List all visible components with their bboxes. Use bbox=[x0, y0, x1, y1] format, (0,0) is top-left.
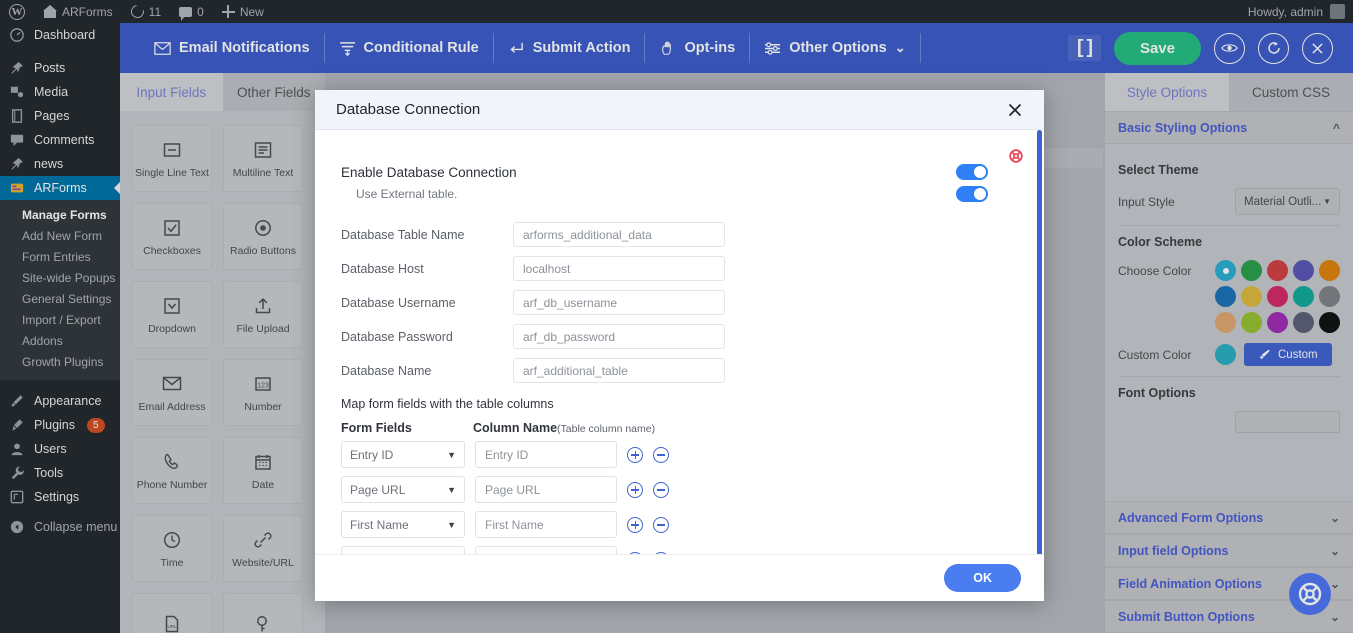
column-name-header-note: (Table column name) bbox=[557, 423, 656, 435]
db-field-label: Database Password bbox=[341, 329, 453, 344]
plus-circle-icon[interactable] bbox=[627, 551, 643, 554]
form-field-select-value: Page URL bbox=[350, 482, 406, 497]
lifebuoy-icon[interactable] bbox=[1009, 149, 1024, 164]
form-field-select[interactable]: Page URL ▼ bbox=[341, 476, 465, 503]
chevron-down-icon: ▼ bbox=[447, 484, 456, 495]
form-field-select[interactable]: Entry ID ▼ bbox=[341, 441, 465, 468]
db-field-input[interactable] bbox=[513, 358, 725, 383]
db-field-row: Database Name bbox=[341, 358, 1018, 383]
db-field-input[interactable] bbox=[513, 324, 725, 349]
enable-db-connection-label: Enable Database Connection bbox=[341, 164, 517, 180]
form-fields-header: Form Fields bbox=[341, 421, 412, 435]
dialog-body: Enable Database Connection Use External … bbox=[315, 130, 1044, 554]
form-field-select-value: First Name bbox=[350, 517, 409, 532]
database-connection-dialog: Database Connection Enable Database Conn… bbox=[315, 90, 1044, 601]
column-name-header: Column Name(Table column name) bbox=[473, 421, 655, 435]
column-name-input[interactable] bbox=[475, 476, 617, 503]
chevron-down-icon: ▼ bbox=[447, 449, 456, 460]
form-field-select[interactable]: Last Name▼ bbox=[341, 546, 465, 554]
minus-circle-icon[interactable] bbox=[653, 516, 669, 533]
enable-db-connection-row: Enable Database Connection bbox=[341, 164, 1018, 180]
plus-circle-icon[interactable] bbox=[627, 481, 643, 498]
minus-circle-icon[interactable] bbox=[653, 446, 669, 463]
map-fields-title: Map form fields with the table columns bbox=[341, 397, 554, 411]
database-fields: Database Table Name Database Host Database… bbox=[341, 222, 1018, 383]
db-field-input[interactable] bbox=[513, 256, 725, 281]
use-external-table-toggle[interactable] bbox=[956, 186, 988, 202]
form-field-select[interactable]: First Name ▼ bbox=[341, 511, 465, 538]
use-external-table-label: Use External table. bbox=[356, 187, 458, 201]
column-name-input[interactable] bbox=[475, 441, 617, 468]
db-field-row: Database Username bbox=[341, 290, 1018, 315]
plus-circle-icon[interactable] bbox=[627, 516, 643, 533]
db-field-label: Database Host bbox=[341, 261, 424, 276]
column-name-header-text: Column Name bbox=[473, 421, 558, 435]
db-field-row: Database Host bbox=[341, 256, 1018, 281]
ok-button[interactable]: OK bbox=[944, 564, 1021, 592]
dialog-footer: OK bbox=[315, 554, 1044, 601]
column-name-input[interactable] bbox=[475, 511, 617, 538]
minus-circle-icon[interactable] bbox=[653, 481, 669, 498]
field-mapping-row: Page URL ▼ bbox=[341, 476, 1018, 503]
db-field-input[interactable] bbox=[513, 290, 725, 315]
field-mapping-row: First Name ▼ bbox=[341, 511, 1018, 538]
db-field-label: Database Username bbox=[341, 295, 456, 310]
chevron-down-icon: ▼ bbox=[447, 519, 456, 530]
map-column-headers: Form Fields Column Name(Table column nam… bbox=[341, 421, 1018, 435]
db-field-row: Database Password bbox=[341, 324, 1018, 349]
field-mapping-rows: Entry ID ▼ Page URL ▼ First Name ▼ Last Name▼ bbox=[341, 441, 1018, 554]
field-mapping-row: Entry ID ▼ bbox=[341, 441, 1018, 468]
db-field-label: Database Name bbox=[341, 363, 432, 378]
plus-circle-icon[interactable] bbox=[627, 446, 643, 463]
db-field-label: Database Table Name bbox=[341, 227, 465, 242]
column-name-input[interactable] bbox=[475, 546, 617, 554]
close-icon[interactable] bbox=[1007, 102, 1023, 118]
dialog-scrollbar[interactable] bbox=[1037, 130, 1042, 554]
db-field-row: Database Table Name bbox=[341, 222, 1018, 247]
dialog-header: Database Connection bbox=[315, 90, 1044, 130]
db-field-input[interactable] bbox=[513, 222, 725, 247]
field-mapping-row: Last Name▼ bbox=[341, 546, 1018, 554]
form-field-select-value: Entry ID bbox=[350, 447, 394, 462]
dialog-title: Database Connection bbox=[336, 101, 481, 118]
use-external-table-row: Use External table. bbox=[341, 186, 1018, 202]
minus-circle-icon[interactable] bbox=[653, 551, 669, 554]
form-field-select-value: Last Name bbox=[350, 553, 408, 555]
enable-db-connection-toggle[interactable] bbox=[956, 164, 988, 180]
